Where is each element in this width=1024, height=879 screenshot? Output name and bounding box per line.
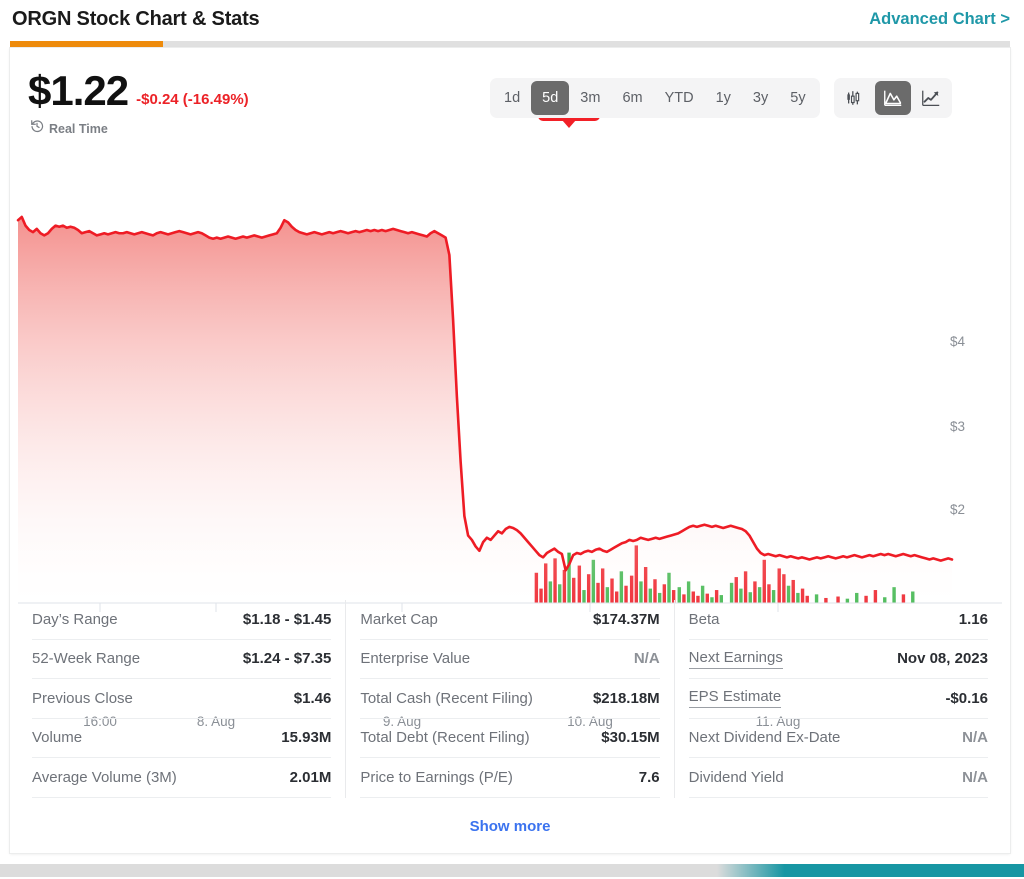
table-row: Price to Earnings (P/E) 7.6 — [360, 758, 660, 798]
stat-label: Total Debt (Recent Filing) — [360, 729, 530, 747]
chart-controls: 1d 5d 3m 6m YTD 1y 3y 5y — [490, 78, 952, 118]
stat-value: Nov 08, 2023 — [897, 650, 988, 668]
stats-column-3: Beta 1.16 Next Earnings Nov 08, 2023 EPS… — [673, 600, 1002, 798]
quote-block: $1.22 -$0.24 (-16.49%) Real Time — [28, 70, 249, 138]
table-row: Next Earnings Nov 08, 2023 — [688, 640, 988, 679]
stat-label: Beta — [688, 610, 720, 628]
stat-label: Price to Earnings (P/E) — [360, 768, 513, 786]
table-row: EPS Estimate -$0.16 — [688, 679, 988, 719]
realtime-indicator: Real Time — [30, 119, 249, 138]
stat-label: Total Cash (Recent Filing) — [360, 689, 533, 707]
chart-canvas[interactable] — [10, 148, 1010, 638]
stat-label: Volume — [32, 729, 83, 747]
history-clock-icon — [30, 119, 44, 138]
chart-type-group — [833, 78, 952, 118]
price-chart[interactable]: $4 $3 $2 16:00 8. Aug 9. Aug 10. Aug 11.… — [10, 148, 1010, 729]
range-button-1y[interactable]: 1y — [705, 81, 742, 115]
table-row: Total Debt (Recent Filing) $30.15M — [360, 719, 660, 758]
table-row: 52-Week Range $1.24 - $7.35 — [32, 640, 332, 679]
stat-value: 15.93M — [281, 729, 332, 747]
show-more-link[interactable]: Show more — [10, 818, 1010, 835]
range-button-3y[interactable]: 3y — [742, 81, 779, 115]
widget-header: ORGN Stock Chart & Stats Advanced Chart … — [0, 0, 1024, 38]
stat-label: Enterprise Value — [360, 650, 471, 668]
stat-label: Next Dividend Ex-Date — [688, 729, 841, 747]
range-button-5d[interactable]: 5d — [531, 81, 570, 115]
table-row: Enterprise Value N/A — [360, 640, 660, 679]
table-row: Previous Close $1.46 — [32, 679, 332, 719]
stat-label: Dividend Yield — [688, 768, 784, 786]
stat-value: $30.15M — [601, 729, 660, 747]
current-price: $1.22 — [28, 67, 129, 114]
table-row: Dividend Yield N/A — [688, 758, 988, 798]
advanced-chart-link[interactable]: Advanced Chart > — [869, 10, 1010, 29]
line-chart-icon[interactable] — [913, 81, 949, 115]
stats-table: Day’s Range $1.18 - $1.45 52-Week Range … — [10, 600, 1010, 798]
area-chart-icon[interactable] — [874, 81, 911, 115]
price-area-fill — [18, 216, 952, 603]
time-range-group: 1d 5d 3m 6m YTD 1y 3y 5y — [490, 78, 820, 118]
table-row: Market Cap $174.37M — [360, 600, 660, 640]
range-button-6m[interactable]: 6m — [611, 81, 653, 115]
stat-value: $218.18M — [592, 689, 660, 707]
table-row: Volume 15.93M — [32, 719, 332, 758]
y-axis-label-3: $3 — [950, 419, 966, 434]
page-title: ORGN Stock Chart & Stats — [12, 7, 260, 30]
range-button-ytd[interactable]: YTD — [654, 81, 705, 115]
stat-label: Market Cap — [360, 610, 438, 628]
table-row: Average Volume (3M) 2.01M — [32, 758, 332, 798]
table-row: Total Cash (Recent Filing) $218.18M — [360, 679, 660, 719]
stat-label: Previous Close — [32, 689, 133, 707]
stat-value: 1.16 — [958, 610, 988, 628]
y-axis-label-2: $2 — [950, 502, 966, 517]
stat-value: N/A — [962, 729, 988, 747]
table-row: Beta 1.16 — [688, 600, 988, 640]
stat-value: 7.6 — [638, 768, 660, 786]
stat-value: 2.01M — [289, 768, 332, 786]
stat-label-next-earnings[interactable]: Next Earnings — [688, 649, 783, 669]
table-row: Day’s Range $1.18 - $1.45 — [32, 600, 332, 640]
stat-value: $1.18 - $1.45 — [242, 610, 332, 628]
stat-value: $1.46 — [293, 689, 332, 707]
stat-value: N/A — [633, 650, 660, 668]
range-button-1d[interactable]: 1d — [493, 81, 531, 115]
candlestick-chart-icon[interactable] — [837, 81, 873, 115]
stats-column-1: Day’s Range $1.18 - $1.45 52-Week Range … — [18, 600, 345, 798]
progress-bar-track — [10, 41, 1010, 48]
footer-accent — [716, 864, 1024, 877]
footer-bar — [0, 864, 1024, 877]
range-button-5y[interactable]: 5y — [779, 81, 816, 115]
progress-bar-fill — [10, 41, 163, 48]
stat-value: $174.37M — [592, 610, 660, 628]
stat-value: $1.24 - $7.35 — [242, 650, 332, 668]
stat-label: 52-Week Range — [32, 650, 141, 668]
stat-value: N/A — [962, 768, 988, 786]
stock-chart-widget: ORGN Stock Chart & Stats Advanced Chart … — [0, 0, 1024, 879]
stat-label: Day’s Range — [32, 610, 118, 628]
stat-value: -$0.16 — [945, 689, 988, 707]
price-change: -$0.24 (-16.49%) — [136, 91, 249, 108]
table-row: Next Dividend Ex-Date N/A — [688, 719, 988, 758]
chart-card: $1.22 -$0.24 (-16.49%) Real Time -72.56%… — [10, 48, 1010, 853]
range-button-3m[interactable]: 3m — [569, 81, 611, 115]
realtime-label: Real Time — [49, 121, 108, 136]
stat-label-eps-estimate[interactable]: EPS Estimate — [688, 688, 782, 709]
stat-label: Average Volume (3M) — [32, 768, 177, 786]
stats-column-2: Market Cap $174.37M Enterprise Value N/A… — [345, 600, 673, 798]
y-axis-label-4: $4 — [950, 334, 966, 349]
